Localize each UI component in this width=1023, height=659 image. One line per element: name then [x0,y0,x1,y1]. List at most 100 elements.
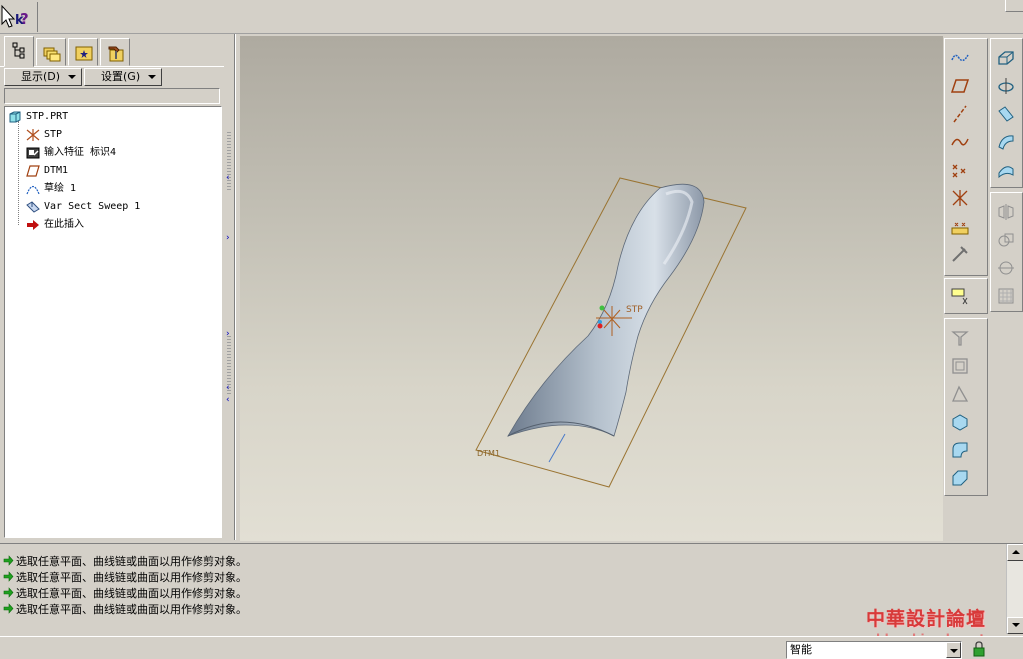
csys-label: STP [626,305,643,315]
trim-button[interactable] [995,257,1017,279]
analysis-feature-button[interactable] [949,215,971,237]
thicken-button[interactable] [949,327,971,349]
variable-section-sweep-icon [998,106,1014,122]
svg-text:k: k [15,13,24,28]
folder-browser-icon [43,47,61,62]
status-bar: 智能 [0,636,1023,659]
panel-splitter[interactable]: ‹ › › ‹ ‹ [224,34,238,540]
scroll-up-button[interactable] [1007,544,1023,561]
message-ok-arrow-icon [3,603,14,614]
splitter-line [234,34,236,540]
collapse-left-icon[interactable]: ‹ [226,396,230,405]
swept-surface [507,183,705,437]
message-line: 选取任意平面、曲线链或曲面以用作修剪对象。 [3,602,247,618]
tab-favorites[interactable] [68,38,98,66]
coordinate-system-icon [26,129,40,141]
coordinate-system-icon [952,190,968,206]
tree-item-label: 在此插入 [44,219,84,230]
graphics-viewport[interactable]: DTM1 STP [240,36,943,541]
tree-item-label: 输入特征 标识4 [44,147,117,158]
offset-icon [952,358,968,374]
import-feature-icon [26,147,40,159]
chevron-down-icon[interactable] [946,642,961,658]
pattern-icon [998,288,1014,304]
offset-button[interactable] [949,355,971,377]
revolve-button[interactable] [995,75,1017,97]
expand-right-icon[interactable]: › [226,234,230,243]
settings-dropdown-label: 设置(G) [101,70,141,83]
tree-item-label: DTM1 [44,165,69,176]
message-text: 选取任意平面、曲线链或曲面以用作修剪对象。 [16,571,247,584]
chamfer-button[interactable] [949,467,971,489]
settings-dropdown-button[interactable]: 设置(G) [84,68,162,86]
message-line: 选取任意平面、曲线链或曲面以用作修剪对象。 [3,570,247,586]
navigator-panel: 显示(D) 设置(G) STP.PRT STP 输入特征 标识4 DTM1 草绘… [0,34,232,540]
annotation-icon [951,288,968,305]
context-help-icon: ? k [1,4,29,28]
tree-filter-bar[interactable] [4,88,220,104]
message-line: 选取任意平面、曲线链或曲面以用作修剪对象。 [3,586,247,602]
message-text: 选取任意平面、曲线链或曲面以用作修剪对象。 [16,587,247,600]
datum-plane-button[interactable] [949,75,971,97]
tree-item-label: 草绘 1 [44,183,77,194]
mirror-button[interactable] [995,201,1017,223]
mirror-icon [998,204,1014,220]
datum-axis-button[interactable] [949,103,971,125]
selection-filter-select[interactable]: 智能 [786,641,962,659]
display-dropdown-label: 显示(D) [21,70,61,83]
draft-button[interactable] [949,383,971,405]
lock-icon[interactable] [972,641,986,657]
model-tree: STP.PRT STP 输入特征 标识4 DTM1 草绘 1 Var Sect … [4,106,222,538]
top-toolbar: ? k [0,0,1023,34]
round-icon [952,442,968,458]
annotation-button[interactable] [949,285,971,307]
model-tree-icon [12,42,25,59]
variable-section-sweep-button[interactable] [995,103,1017,125]
model-view: DTM1 STP [475,177,747,488]
merge-button[interactable] [995,229,1017,251]
pattern-button[interactable] [995,285,1017,307]
message-ok-arrow-icon [3,555,14,566]
sketch-curve-button[interactable] [949,131,971,153]
sketch-icon [26,185,40,195]
insert-feature-icon [952,246,968,262]
sketch-curve-icon [951,138,969,146]
datum-plane-icon [951,79,969,93]
collapse-left-icon[interactable]: ‹ [226,384,230,393]
blend-icon [998,135,1014,150]
sweep-icon [26,201,40,213]
tab-model-tree[interactable] [4,36,34,67]
datum-toolbar [944,38,988,276]
solidify-button[interactable] [949,411,971,433]
message-ok-arrow-icon [3,571,14,582]
solidify-icon [952,414,968,431]
extrude-icon [998,51,1014,65]
part-icon [9,111,21,123]
datum-plane-label: DTM1 [477,449,500,458]
datum-point-button[interactable] [949,159,971,181]
favorites-icon [75,46,93,61]
tab-folder-browser[interactable] [36,38,66,66]
datum-curve-button[interactable] [949,47,971,69]
context-help-button[interactable]: ? k [0,2,38,32]
chamfer-icon [952,470,968,486]
boundary-blend-button[interactable] [995,159,1017,181]
revolve-icon [998,78,1014,94]
round-button[interactable] [949,439,971,461]
collapse-left-icon[interactable]: ‹ [226,174,230,183]
selection-filter-value: 智能 [790,643,812,656]
expand-right-icon[interactable]: › [226,330,230,339]
annotation-toolbar [944,278,988,314]
insert-feature-button[interactable] [949,243,971,265]
message-line: 选取任意平面、曲线链或曲面以用作修剪对象。 [3,554,247,570]
display-dropdown-button[interactable]: 显示(D) [4,68,82,86]
coordinate-system-button[interactable] [949,187,971,209]
blend-button[interactable] [995,131,1017,153]
sweep-trajectory-line [548,433,566,463]
extrude-button[interactable] [995,47,1017,69]
boundary-blend-icon [998,166,1014,179]
editing-toolbar [990,192,1023,312]
tab-connections[interactable] [100,38,130,66]
message-text: 选取任意平面、曲线链或曲面以用作修剪对象。 [16,555,247,568]
tree-item-label: STP [44,129,63,140]
